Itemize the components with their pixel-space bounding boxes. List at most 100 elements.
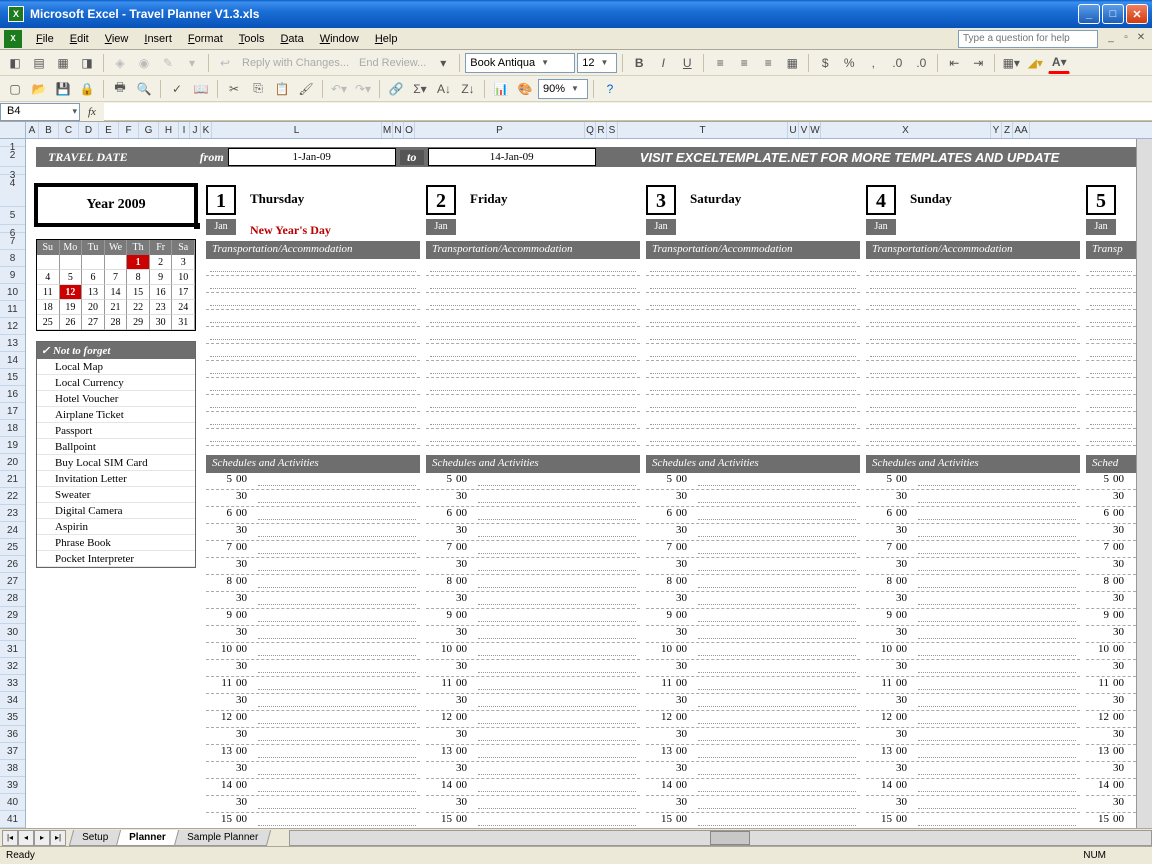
sort-desc-button[interactable]: Z↓ (457, 78, 479, 100)
row-header[interactable]: 23 (0, 505, 25, 522)
cal-day[interactable]: 8 (127, 270, 150, 285)
schedule-line[interactable]: 800 (1086, 575, 1136, 592)
col-header[interactable]: K (201, 122, 212, 138)
trans-line[interactable] (206, 378, 420, 395)
schedule-line[interactable]: 1000 (206, 643, 420, 660)
schedule-line[interactable]: 30 (866, 524, 1080, 541)
permission-button[interactable]: 🔒 (76, 78, 98, 100)
sheet-tab-setup[interactable]: Setup (69, 830, 121, 846)
col-header[interactable]: G (139, 122, 159, 138)
row-header[interactable]: 15 (0, 369, 25, 386)
merge-button[interactable]: ▦ (781, 52, 803, 74)
trans-line[interactable] (646, 412, 860, 429)
trans-line[interactable] (866, 293, 1080, 310)
col-header[interactable]: M (382, 122, 393, 138)
mini-calendar[interactable]: SuMoTuWeThFrSa 1234567891011121314151617… (36, 239, 196, 331)
schedule-line[interactable]: 700 (426, 541, 640, 558)
currency-button[interactable]: $ (814, 52, 836, 74)
align-center-button[interactable]: ≡ (733, 52, 755, 74)
schedule-line[interactable]: 30 (426, 490, 640, 507)
print-button[interactable]: 🖶 (109, 78, 131, 100)
cal-day[interactable]: 27 (82, 315, 105, 330)
schedule-line[interactable]: 30 (206, 524, 420, 541)
spelling-button[interactable]: ✓ (166, 78, 188, 100)
row-header[interactable]: 5 (0, 207, 25, 225)
trans-line[interactable] (646, 310, 860, 327)
cal-day[interactable]: 10 (172, 270, 195, 285)
col-header[interactable]: R (596, 122, 607, 138)
schedule-line[interactable]: 30 (866, 490, 1080, 507)
cal-day[interactable]: 15 (127, 285, 150, 300)
col-header[interactable]: V (799, 122, 810, 138)
workbook-restore-button[interactable]: ▫ (1119, 32, 1133, 46)
sort-asc-button[interactable]: A↓ (433, 78, 455, 100)
trans-line[interactable] (206, 395, 420, 412)
schedule-line[interactable]: 30 (206, 660, 420, 677)
col-header[interactable]: F (119, 122, 139, 138)
cal-day[interactable] (60, 255, 83, 270)
schedule-line[interactable]: 1200 (206, 711, 420, 728)
col-header[interactable]: H (159, 122, 179, 138)
row-header[interactable]: 14 (0, 352, 25, 369)
increase-decimal-button[interactable]: .0 (886, 52, 908, 74)
tab-next-button[interactable]: ▸ (34, 830, 50, 846)
tb-icon[interactable]: ▤ (28, 52, 50, 74)
schedule-line[interactable]: 500 (866, 473, 1080, 490)
schedule-line[interactable]: 1400 (206, 779, 420, 796)
row-header[interactable]: 11 (0, 301, 25, 318)
italic-button[interactable]: I (652, 52, 674, 74)
schedule-line[interactable]: 30 (206, 762, 420, 779)
trans-line[interactable] (1086, 361, 1136, 378)
trans-line[interactable] (646, 259, 860, 276)
schedule-line[interactable]: 600 (646, 507, 860, 524)
row-header[interactable]: 3 (0, 167, 25, 175)
row-header[interactable]: 35 (0, 709, 25, 726)
schedule-line[interactable]: 30 (206, 592, 420, 609)
tb-icon[interactable]: ▾ (181, 52, 203, 74)
schedule-line[interactable]: 1400 (1086, 779, 1136, 796)
row-header[interactable]: 20 (0, 454, 25, 471)
trans-line[interactable] (1086, 429, 1136, 446)
checklist-item[interactable]: Local Currency (37, 375, 195, 391)
schedule-line[interactable]: 30 (1086, 626, 1136, 643)
trans-line[interactable] (866, 412, 1080, 429)
schedule-line[interactable]: 800 (206, 575, 420, 592)
schedule-line[interactable]: 30 (426, 524, 640, 541)
cal-day[interactable]: 7 (105, 270, 128, 285)
to-date-input[interactable]: 14-Jan-09 (428, 148, 596, 166)
cal-day[interactable]: 31 (172, 315, 195, 330)
font-size-select[interactable]: 12▼ (577, 53, 617, 73)
copy-button[interactable]: ⎘ (247, 78, 269, 100)
schedule-line[interactable]: 1300 (866, 745, 1080, 762)
schedule-line[interactable]: 30 (426, 762, 640, 779)
trans-line[interactable] (426, 378, 640, 395)
trans-line[interactable] (1086, 395, 1136, 412)
row-header[interactable]: 32 (0, 658, 25, 675)
schedule-line[interactable]: 800 (646, 575, 860, 592)
row-header[interactable]: 8 (0, 250, 25, 267)
cal-day[interactable]: 11 (37, 285, 60, 300)
schedule-line[interactable]: 30 (866, 694, 1080, 711)
cal-day[interactable]: 5 (60, 270, 83, 285)
schedule-line[interactable]: 900 (206, 609, 420, 626)
schedule-line[interactable]: 30 (646, 728, 860, 745)
row-header[interactable]: 26 (0, 556, 25, 573)
row-header[interactable]: 9 (0, 267, 25, 284)
schedule-line[interactable]: 30 (646, 694, 860, 711)
menu-help[interactable]: Help (367, 31, 406, 47)
trans-line[interactable] (426, 293, 640, 310)
cal-day[interactable]: 28 (105, 315, 128, 330)
schedule-line[interactable]: 700 (1086, 541, 1136, 558)
trans-line[interactable] (206, 429, 420, 446)
schedule-line[interactable]: 600 (426, 507, 640, 524)
schedule-line[interactable]: 1300 (426, 745, 640, 762)
trans-line[interactable] (206, 310, 420, 327)
schedule-line[interactable]: 30 (1086, 558, 1136, 575)
schedule-line[interactable]: 30 (866, 796, 1080, 813)
cal-day[interactable]: 29 (127, 315, 150, 330)
schedule-line[interactable]: 1000 (1086, 643, 1136, 660)
horizontal-scrollbar[interactable] (289, 830, 1152, 846)
schedule-line[interactable]: 30 (1086, 694, 1136, 711)
cal-day[interactable] (82, 255, 105, 270)
trans-line[interactable] (1086, 412, 1136, 429)
